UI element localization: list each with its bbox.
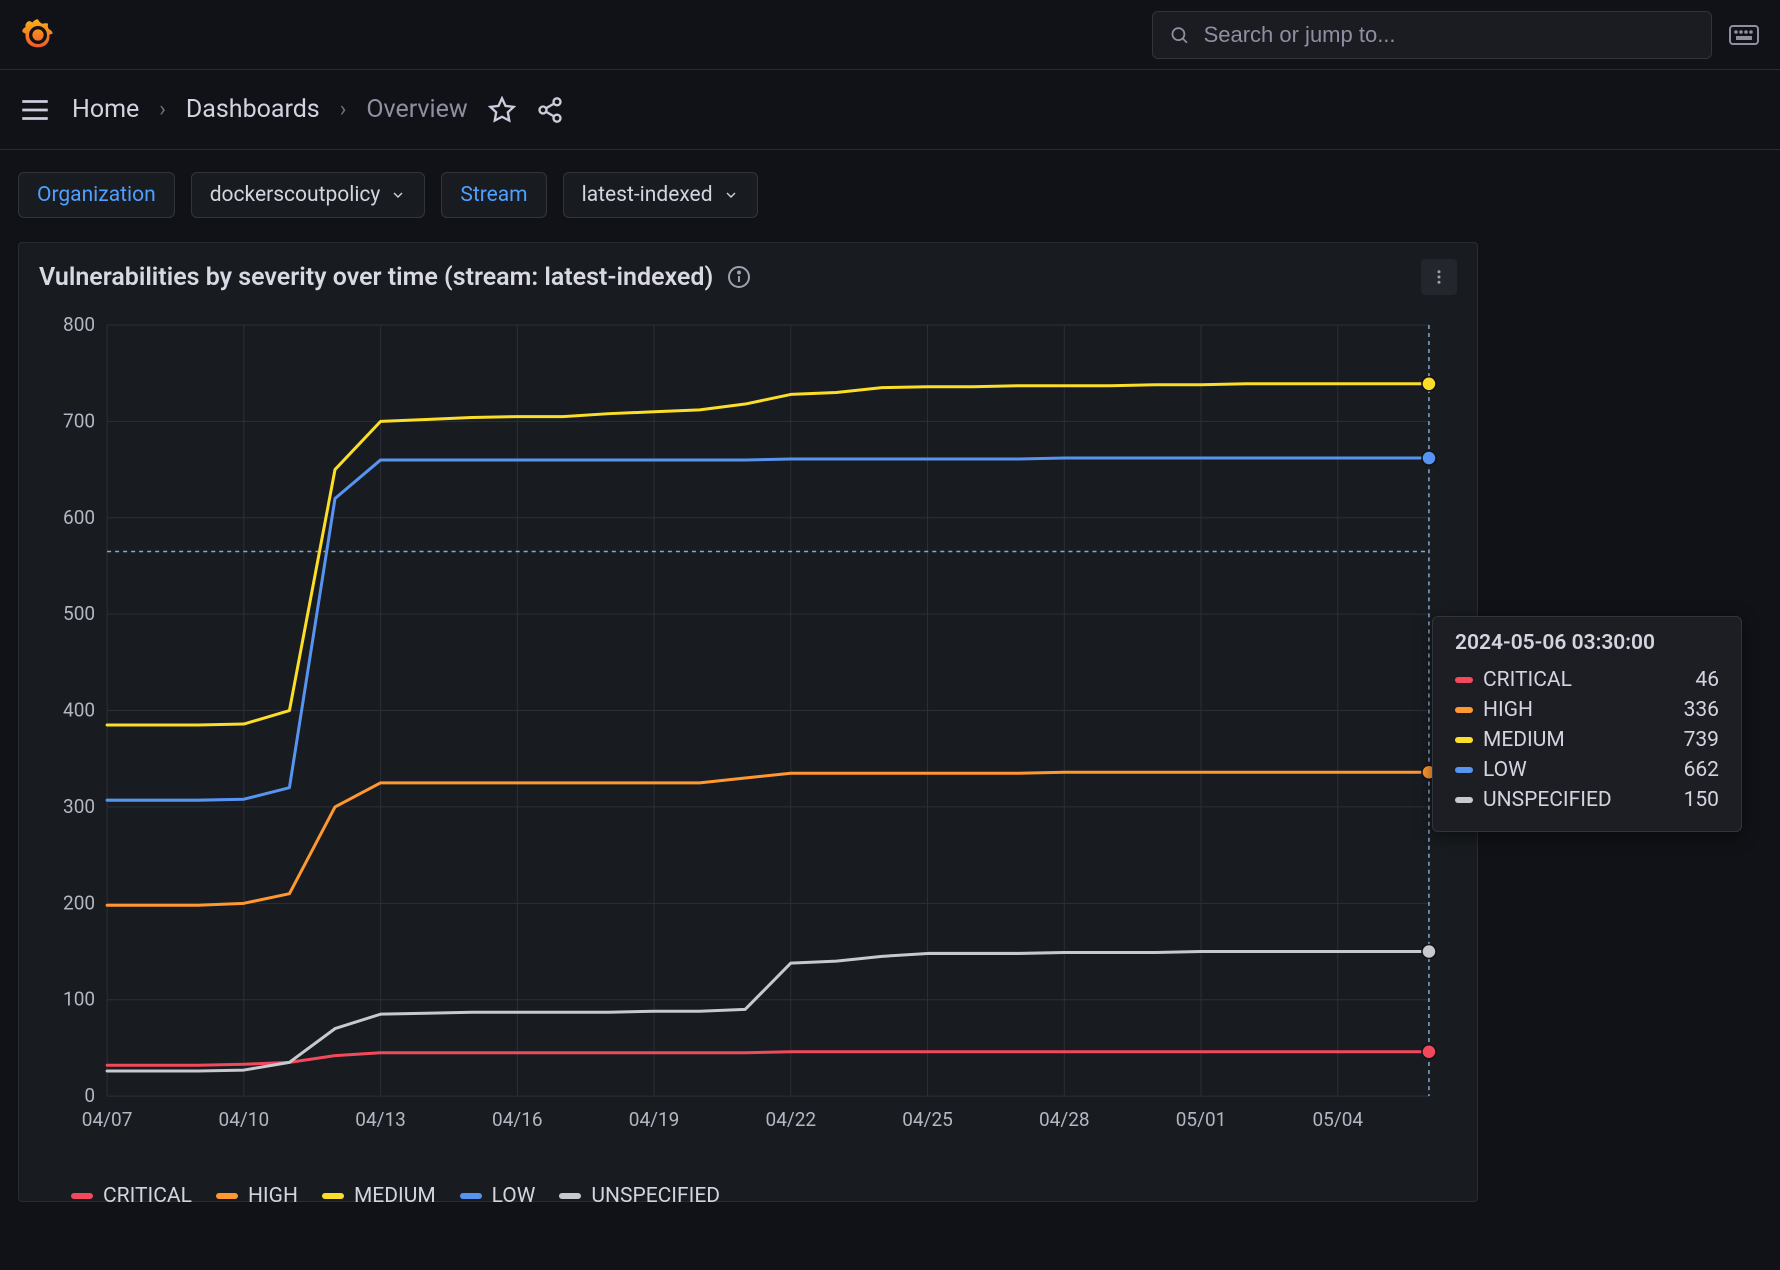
series-high[interactable]: [107, 772, 1429, 905]
legend-label: MEDIUM: [354, 1184, 436, 1208]
legend-swatch: [71, 1193, 93, 1199]
legend-item-unspecified[interactable]: UNSPECIFIED: [559, 1184, 720, 1208]
keyboard-shortcut-icon[interactable]: [1726, 17, 1762, 53]
panel-vulnerabilities: Vulnerabilities by severity over time (s…: [18, 242, 1478, 1202]
breadcrumb-current: Overview: [366, 95, 467, 124]
tooltip-series-value: 150: [1684, 788, 1719, 812]
tooltip-series-name: CRITICAL: [1483, 668, 1572, 692]
y-tick-label: 200: [63, 891, 95, 914]
tooltip-row-medium: MEDIUM 739: [1455, 725, 1719, 755]
y-tick-label: 300: [63, 795, 95, 818]
tooltip-swatch: [1455, 797, 1473, 803]
search-icon: [1169, 24, 1190, 46]
line-chart[interactable]: 0 100 200 300 400 500 600 700 800 04/07 04/10 04/13…: [37, 315, 1459, 1156]
global-search[interactable]: [1152, 11, 1712, 59]
hover-dot-critical: [1422, 1045, 1436, 1059]
chevron-down-icon: [390, 187, 406, 203]
legend-item-medium[interactable]: MEDIUM: [322, 1184, 436, 1208]
series-medium[interactable]: [107, 384, 1429, 725]
x-tick-label: 05/01: [1176, 1108, 1227, 1131]
legend-swatch: [460, 1193, 482, 1199]
legend-swatch: [559, 1193, 581, 1199]
x-tick-label: 04/22: [766, 1108, 817, 1131]
tooltip-row-low: LOW 662: [1455, 755, 1719, 785]
tooltip-swatch: [1455, 737, 1473, 743]
y-tick-label: 800: [63, 315, 95, 336]
tooltip-series-value: 336: [1684, 698, 1719, 722]
var-stream-select[interactable]: latest-indexed: [563, 172, 758, 218]
legend-swatch: [216, 1193, 238, 1199]
legend-label: LOW: [492, 1184, 536, 1208]
legend-label: CRITICAL: [103, 1184, 192, 1208]
var-organization-value: dockerscoutpolicy: [210, 183, 381, 207]
tooltip-series-value: 46: [1695, 668, 1719, 692]
tooltip-series-name: MEDIUM: [1483, 728, 1565, 752]
share-icon[interactable]: [536, 96, 564, 124]
panel-menu-button[interactable]: [1421, 259, 1457, 295]
chevron-right-icon: ›: [159, 97, 166, 122]
legend-item-critical[interactable]: CRITICAL: [71, 1184, 192, 1208]
panel-title: Vulnerabilities by severity over time (s…: [39, 263, 713, 292]
legend: CRITICAL HIGH MEDIUM LOW UNSPECIFIED: [71, 1184, 720, 1208]
legend-swatch: [322, 1193, 344, 1199]
x-tick-label: 04/13: [355, 1108, 406, 1131]
topbar: [0, 0, 1780, 70]
info-icon[interactable]: [727, 265, 751, 289]
chevron-right-icon: ›: [340, 97, 347, 122]
hover-dot-unspecified: [1422, 945, 1436, 959]
legend-item-high[interactable]: HIGH: [216, 1184, 298, 1208]
x-tick-label: 04/25: [902, 1108, 953, 1131]
tooltip-timestamp: 2024-05-06 03:30:00: [1455, 631, 1719, 655]
var-organization-select[interactable]: dockerscoutpolicy: [191, 172, 426, 218]
tooltip-row-high: HIGH 336: [1455, 695, 1719, 725]
breadcrumb-home[interactable]: Home: [72, 95, 139, 124]
tooltip-swatch: [1455, 707, 1473, 713]
chart-area[interactable]: 0 100 200 300 400 500 600 700 800 04/07 04/10 04/13…: [19, 305, 1477, 1216]
x-tick-label: 05/04: [1312, 1108, 1363, 1131]
y-tick-label: 0: [84, 1084, 95, 1107]
x-tick-label: 04/19: [629, 1108, 680, 1131]
tooltip-swatch: [1455, 767, 1473, 773]
y-tick-label: 100: [63, 988, 95, 1011]
chevron-down-icon: [723, 187, 739, 203]
legend-item-low[interactable]: LOW: [460, 1184, 536, 1208]
y-tick-label: 500: [63, 602, 95, 625]
hover-dot-medium: [1422, 377, 1436, 391]
tooltip-series-name: HIGH: [1483, 698, 1533, 722]
navbar: Home › Dashboards › Overview: [0, 70, 1780, 150]
tooltip-row-unspecified: UNSPECIFIED 150: [1455, 785, 1719, 815]
x-tick-label: 04/07: [82, 1108, 133, 1131]
var-organization-label: Organization: [18, 172, 175, 218]
tooltip-series-value: 662: [1684, 758, 1719, 782]
tooltip-series-name: LOW: [1483, 758, 1527, 782]
x-tick-label: 04/28: [1039, 1108, 1090, 1131]
tooltip-row-critical: CRITICAL 46: [1455, 665, 1719, 695]
x-tick-label: 04/10: [219, 1108, 270, 1131]
tooltip-series-name: UNSPECIFIED: [1483, 788, 1612, 812]
variables-row: Organization dockerscoutpolicy Stream la…: [0, 150, 1780, 234]
var-stream-value: latest-indexed: [582, 183, 713, 207]
y-tick-label: 600: [63, 506, 95, 529]
hover-dot-low: [1422, 451, 1436, 465]
menu-toggle[interactable]: [18, 93, 52, 127]
search-input[interactable]: [1204, 22, 1695, 48]
var-stream-label: Stream: [441, 172, 546, 218]
star-icon[interactable]: [488, 96, 516, 124]
kebab-icon: [1430, 268, 1448, 286]
x-tick-label: 04/16: [492, 1108, 543, 1131]
legend-label: UNSPECIFIED: [591, 1184, 720, 1208]
series-critical[interactable]: [107, 1052, 1429, 1065]
y-tick-label: 700: [63, 409, 95, 432]
legend-label: HIGH: [248, 1184, 298, 1208]
tooltip-swatch: [1455, 677, 1473, 683]
tooltip-series-value: 739: [1684, 728, 1719, 752]
panel-header: Vulnerabilities by severity over time (s…: [19, 243, 1477, 305]
hover-tooltip: 2024-05-06 03:30:00 CRITICAL 46 HIGH 336 MED…: [1432, 616, 1742, 832]
breadcrumb-dashboards[interactable]: Dashboards: [186, 95, 320, 124]
y-tick-label: 400: [63, 699, 95, 722]
grafana-logo[interactable]: [18, 15, 58, 55]
